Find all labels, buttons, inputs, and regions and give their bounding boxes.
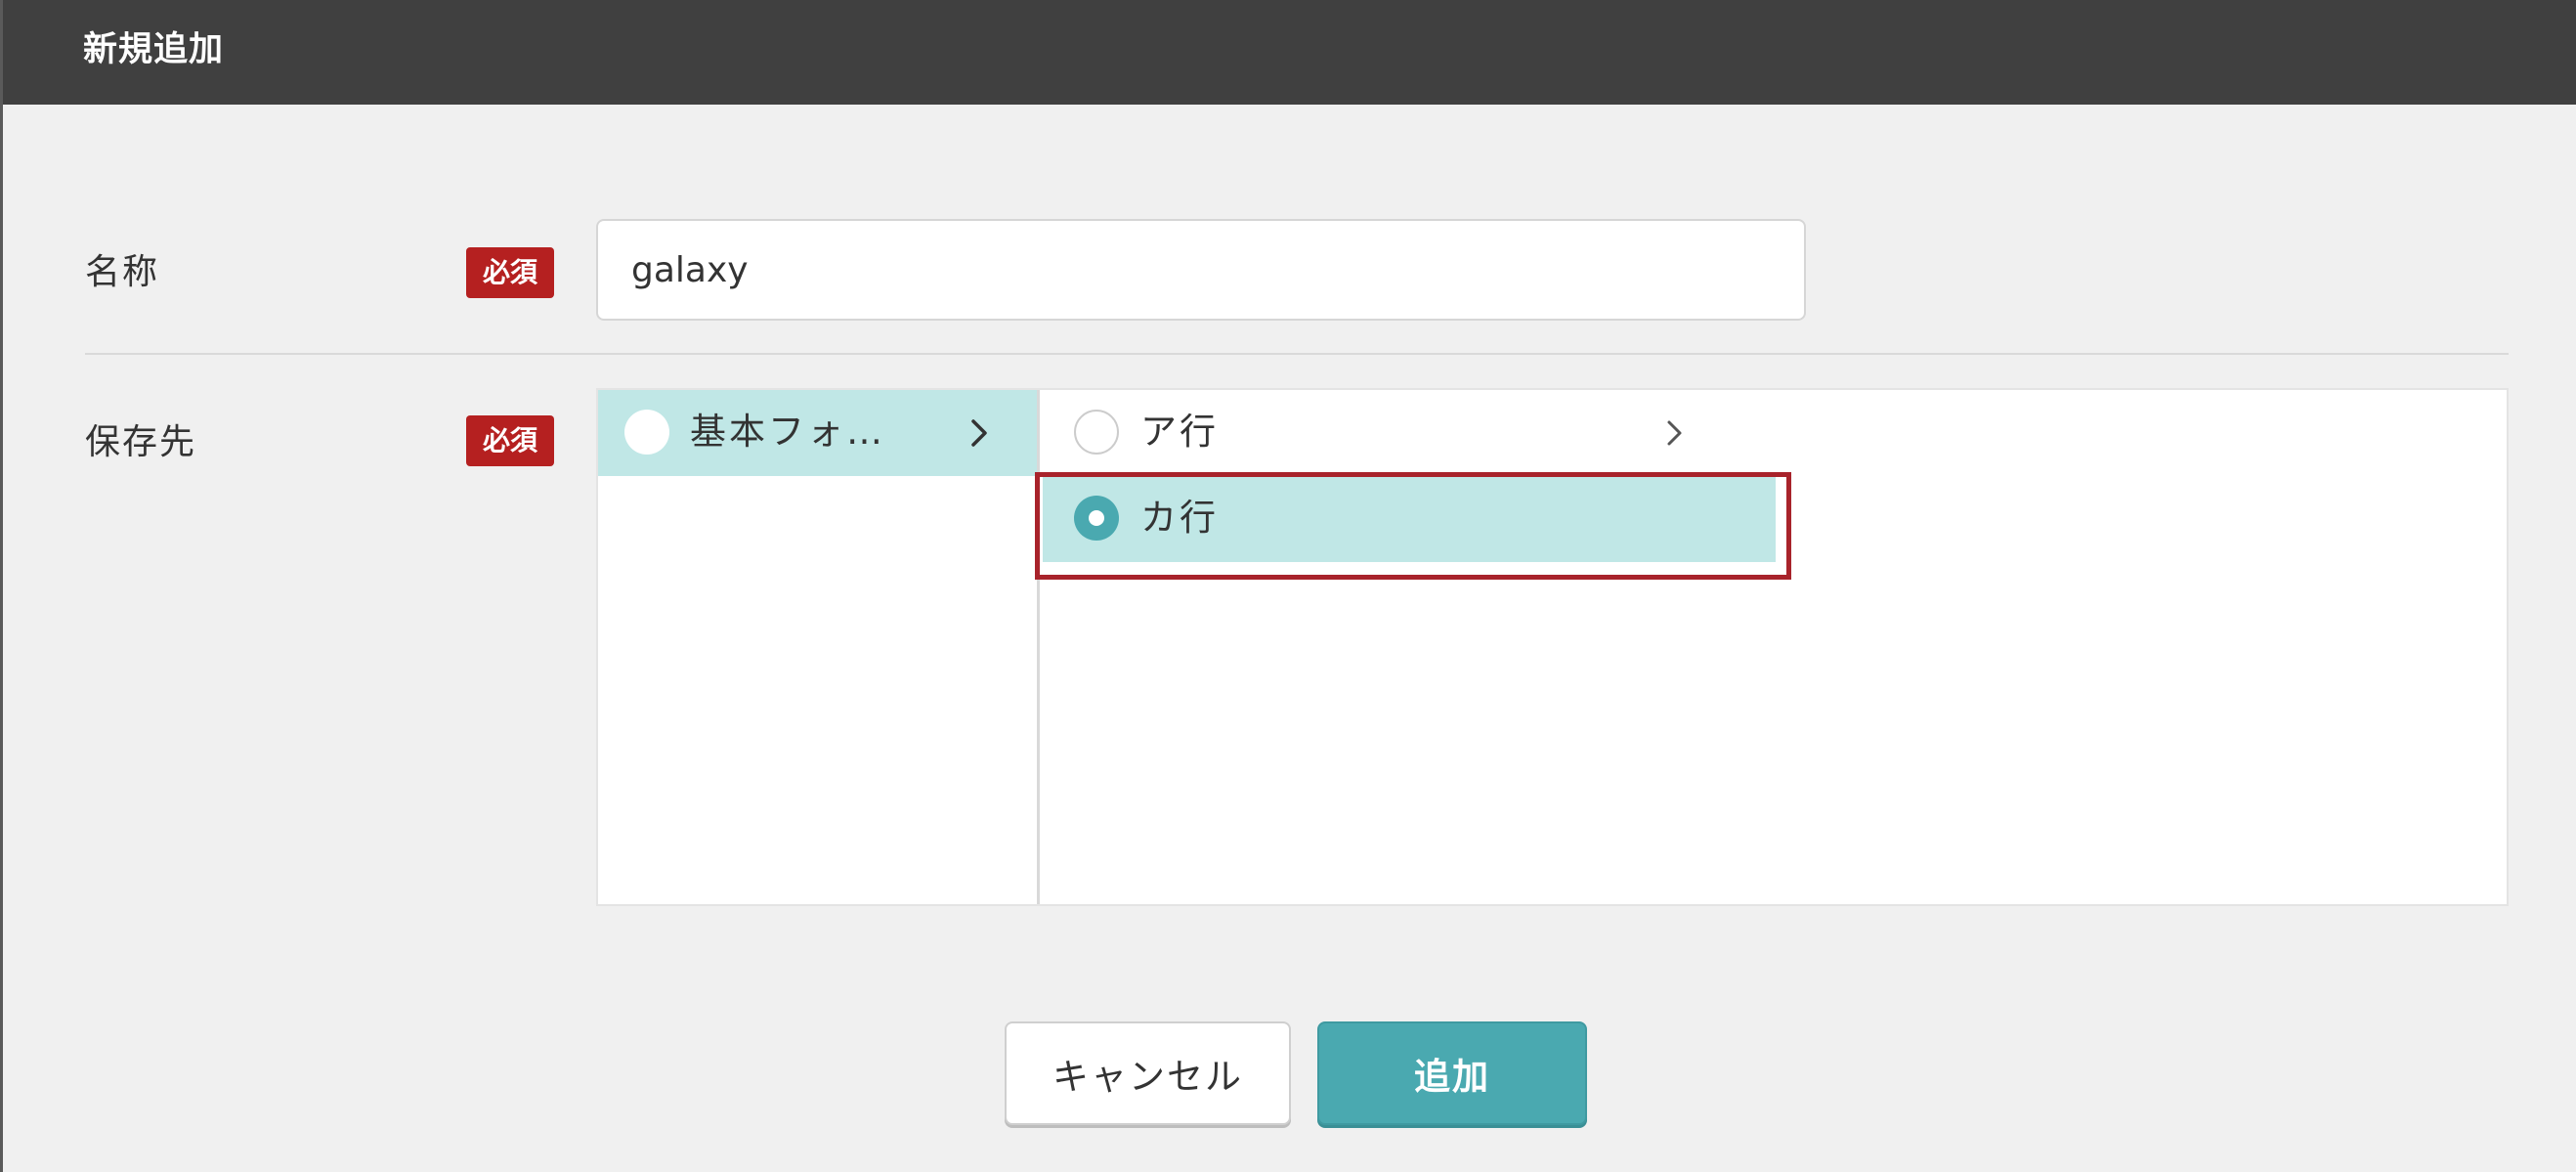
name-required-badge: 必須	[466, 247, 554, 298]
destination-label: 保存先	[85, 422, 197, 462]
folder-item-label: カ行	[1140, 497, 1219, 539]
folder-item-a-row[interactable]: ア行	[1043, 390, 1825, 476]
folder-item-label: ア行	[1140, 411, 1219, 453]
name-input[interactable]	[596, 219, 1806, 321]
name-label: 名称	[85, 252, 160, 292]
chevron-right-icon	[971, 419, 987, 447]
destination-required-badge: 必須	[466, 415, 554, 466]
folder-radio-checked[interactable]	[1074, 496, 1119, 541]
chevron-right-icon	[1667, 420, 1682, 446]
folder-item-basic[interactable]: 基本フォ…	[598, 390, 1037, 476]
folder-picker: 基本フォ… ア行 カ行	[596, 388, 2509, 906]
folder-item-label: 基本フォ…	[690, 411, 885, 453]
add-new-dialog: 新規追加 名称 必須 保存先 必須 基本フォ… ア行 カ行	[0, 0, 2576, 1172]
folder-column-level1: 基本フォ…	[598, 390, 1040, 904]
folder-radio[interactable]	[1074, 410, 1119, 455]
field-divider	[85, 353, 2509, 355]
cancel-button[interactable]: キャンセル	[1005, 1021, 1291, 1125]
dialog-title: 新規追加	[83, 30, 225, 69]
dialog-header: 新規追加	[3, 0, 2576, 105]
add-button[interactable]: 追加	[1317, 1021, 1587, 1125]
folder-item-ka-row[interactable]: カ行	[1043, 476, 1776, 562]
folder-radio[interactable]	[624, 410, 669, 455]
